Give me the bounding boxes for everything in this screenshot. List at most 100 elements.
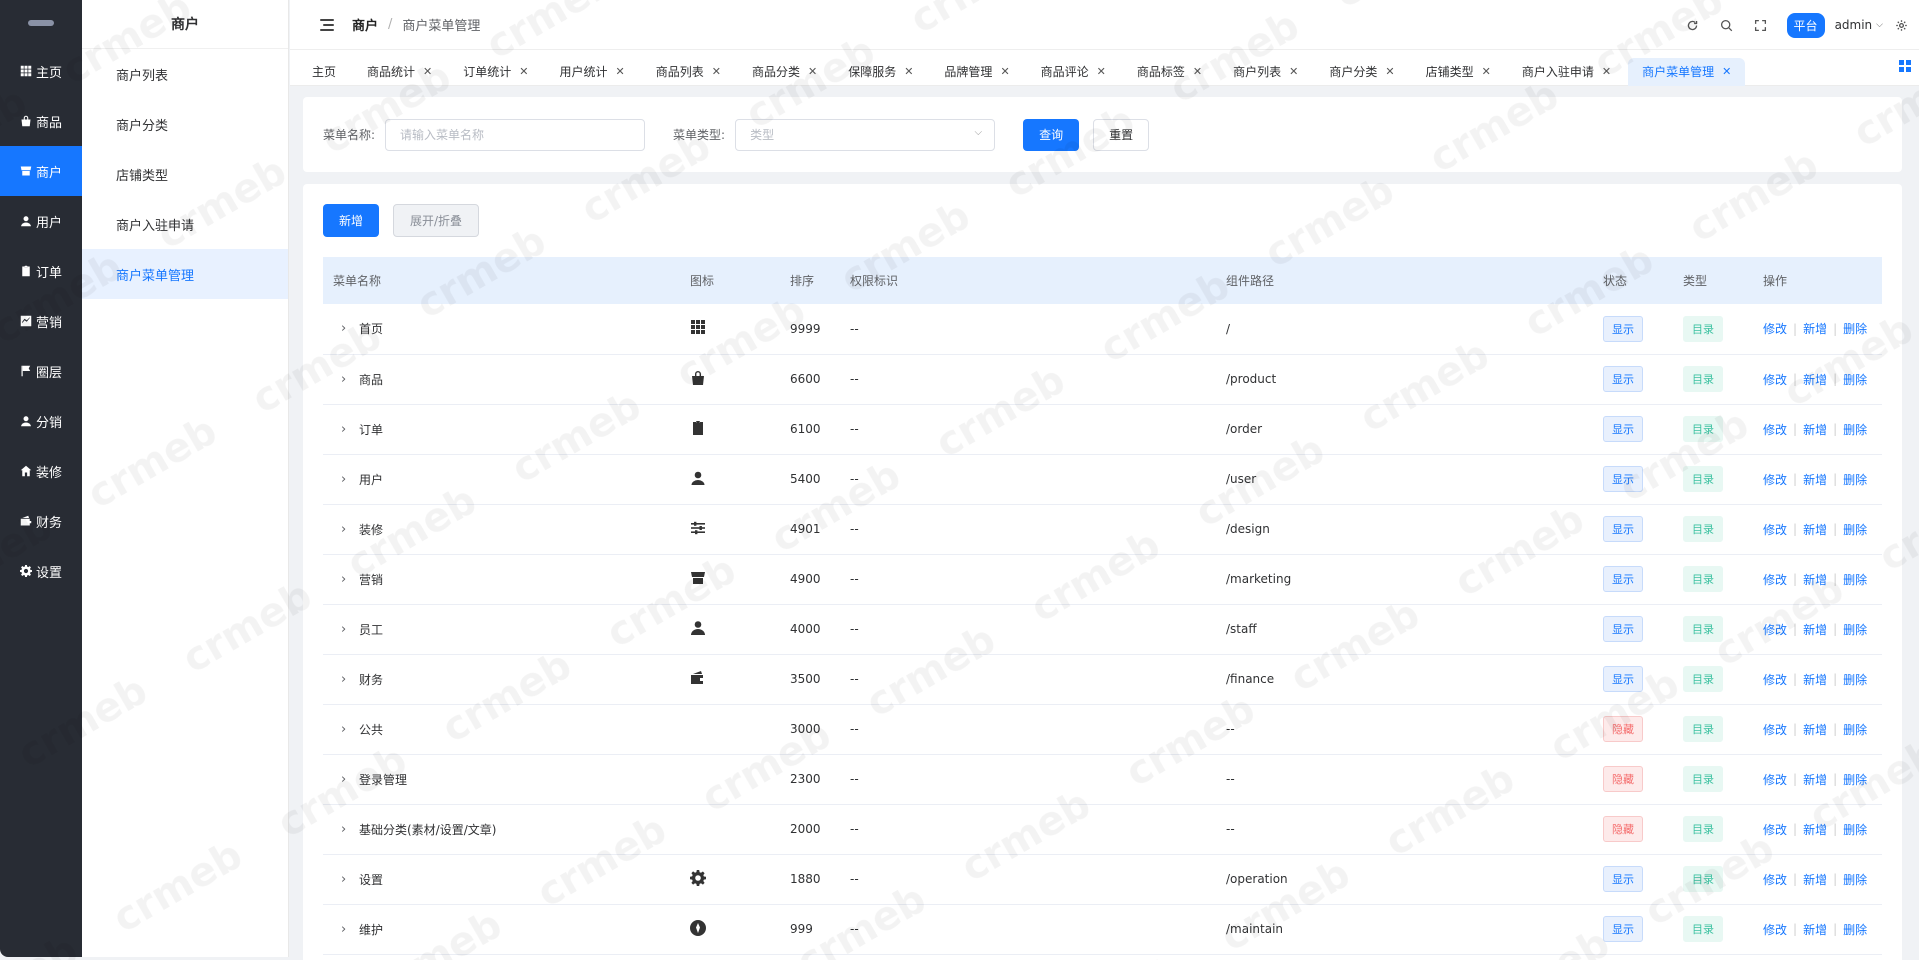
add-child-button[interactable]: 新增 — [1803, 821, 1827, 838]
rail-item-3[interactable]: 用户 — [0, 196, 82, 246]
subnav-item[interactable]: 商户分类 — [82, 99, 288, 149]
close-icon[interactable]: ✕ — [808, 65, 817, 78]
add-child-button[interactable]: 新增 — [1803, 371, 1827, 388]
delete-button[interactable]: 删除 — [1843, 821, 1867, 838]
rail-item-4[interactable]: 订单 — [0, 246, 82, 296]
add-child-button[interactable]: 新增 — [1803, 521, 1827, 538]
settings-gear-icon[interactable] — [1893, 17, 1909, 33]
close-icon[interactable]: ✕ — [1602, 65, 1611, 78]
delete-button[interactable]: 删除 — [1843, 671, 1867, 688]
tab-3[interactable]: 用户统计 ✕ — [545, 58, 638, 86]
query-button[interactable]: 查询 — [1023, 118, 1080, 151]
subnav-item[interactable]: 店铺类型 — [82, 149, 288, 199]
close-icon[interactable]: ✕ — [1000, 65, 1009, 78]
edit-button[interactable]: 修改 — [1763, 771, 1787, 788]
expand-collapse-button[interactable]: 展开/折叠 — [393, 204, 479, 237]
edit-button[interactable]: 修改 — [1763, 371, 1787, 388]
edit-button[interactable]: 修改 — [1763, 521, 1787, 538]
breadcrumb-item[interactable]: 商户 — [352, 15, 378, 34]
tab-5[interactable]: 商品分类 ✕ — [738, 58, 831, 86]
table-row[interactable]: › 装修 4901 --/design 显示 目录 修改 | 新增 | 删除 — [323, 504, 1882, 555]
edit-button[interactable]: 修改 — [1763, 571, 1787, 588]
tab-10[interactable]: 商户列表 ✕ — [1219, 58, 1312, 86]
close-icon[interactable]: ✕ — [1385, 65, 1394, 78]
close-icon[interactable]: ✕ — [1289, 65, 1298, 78]
table-row[interactable]: › 首页 9999 -- / 显示 目录 修改 | 新增 | 删除 — [323, 304, 1882, 355]
chevron-right-icon[interactable]: › — [341, 321, 355, 336]
reset-button[interactable]: 重置 — [1093, 118, 1150, 151]
close-icon[interactable]: ✕ — [616, 65, 625, 78]
table-row[interactable]: › 财务 3500 --/finance 显示 目录 修改 | 新增 | 删除 — [323, 654, 1882, 705]
table-row[interactable]: › 基础分类(素材/设置/文章) 2000 -- -- 隐藏 目录 修改 | 新增 | 删除 — [323, 804, 1882, 855]
table-row[interactable]: › 订单 6100 --/order 显示 目录 修改 | 新增 | 删除 — [323, 404, 1882, 455]
rail-item-10[interactable]: 设置 — [0, 546, 82, 596]
rail-item-5[interactable]: 营销 — [0, 296, 82, 346]
add-child-button[interactable]: 新增 — [1803, 571, 1827, 588]
rail-item-9[interactable]: 财务 — [0, 496, 82, 546]
chevron-right-icon[interactable]: › — [341, 872, 355, 887]
subnav-item[interactable]: 商户列表 — [82, 49, 288, 99]
chevron-right-icon[interactable]: › — [341, 922, 355, 937]
chevron-right-icon[interactable]: › — [341, 572, 355, 587]
tab-9[interactable]: 商品标签 ✕ — [1123, 58, 1216, 86]
menu-type-select[interactable]: 类型 ⌵ — [735, 118, 996, 151]
chevron-right-icon[interactable]: › — [341, 722, 355, 737]
add-child-button[interactable]: 新增 — [1803, 471, 1827, 488]
tab-2[interactable]: 订单统计 ✕ — [449, 58, 542, 86]
search-icon[interactable] — [1719, 17, 1735, 33]
chevron-right-icon[interactable]: › — [341, 522, 355, 537]
delete-button[interactable]: 删除 — [1843, 571, 1867, 588]
edit-button[interactable]: 修改 — [1763, 921, 1787, 938]
close-icon[interactable]: ✕ — [1722, 65, 1731, 78]
subnav-item[interactable]: 商户菜单管理 — [82, 249, 288, 299]
chevron-right-icon[interactable]: › — [341, 372, 355, 387]
add-child-button[interactable]: 新增 — [1803, 621, 1827, 638]
edit-button[interactable]: 修改 — [1763, 621, 1787, 638]
close-icon[interactable]: ✕ — [519, 65, 528, 78]
rail-item-1[interactable]: 商品 — [0, 96, 82, 146]
rail-item-8[interactable]: 装修 — [0, 446, 82, 496]
tab-13[interactable]: 商户入驻申请 ✕ — [1508, 58, 1625, 86]
add-child-button[interactable]: 新增 — [1803, 871, 1827, 888]
rail-item-7[interactable]: 分销 — [0, 396, 82, 446]
refresh-icon[interactable] — [1685, 17, 1701, 33]
tab-8[interactable]: 商品评论 ✕ — [1027, 58, 1120, 86]
close-icon[interactable]: ✕ — [1193, 65, 1202, 78]
add-child-button[interactable]: 新增 — [1803, 421, 1827, 438]
user-menu[interactable]: admin ⌵ — [1835, 18, 1883, 32]
tab-0[interactable]: 主页 — [298, 58, 350, 86]
chevron-right-icon[interactable]: › — [341, 422, 355, 437]
edit-button[interactable]: 修改 — [1763, 671, 1787, 688]
delete-button[interactable]: 删除 — [1843, 771, 1867, 788]
edit-button[interactable]: 修改 — [1763, 471, 1787, 488]
table-row[interactable]: › 公共 3000 -- -- 隐藏 目录 修改 | 新增 | 删除 — [323, 704, 1882, 755]
tab-4[interactable]: 商品列表 ✕ — [642, 58, 735, 86]
table-row[interactable]: › 用户 5400 --/user 显示 目录 修改 | 新增 | 删除 — [323, 454, 1882, 505]
table-row[interactable]: › 员工 4000 --/staff 显示 目录 修改 | 新增 | 删除 — [323, 604, 1882, 655]
add-child-button[interactable]: 新增 — [1803, 320, 1827, 337]
add-menu-button[interactable]: 新增 — [323, 204, 379, 237]
delete-button[interactable]: 删除 — [1843, 371, 1867, 388]
chevron-right-icon[interactable]: › — [341, 622, 355, 637]
subnav-item[interactable]: 商户入驻申请 — [82, 199, 288, 249]
tab-14[interactable]: 商户菜单管理 ✕ — [1628, 57, 1746, 86]
edit-button[interactable]: 修改 — [1763, 871, 1787, 888]
tabs-menu-icon[interactable] — [1899, 60, 1911, 72]
table-row[interactable]: › 登录管理 2300 -- -- 隐藏 目录 修改 | 新增 | 删除 — [323, 754, 1882, 805]
platform-button[interactable]: 平台 — [1786, 12, 1825, 38]
delete-button[interactable]: 删除 — [1843, 921, 1867, 938]
tab-1[interactable]: 商品统计 ✕ — [353, 58, 446, 86]
add-child-button[interactable]: 新增 — [1803, 671, 1827, 688]
close-icon[interactable]: ✕ — [712, 65, 721, 78]
tab-7[interactable]: 品牌管理 ✕ — [930, 58, 1023, 86]
add-child-button[interactable]: 新增 — [1803, 921, 1827, 938]
table-row[interactable]: › 营销 4900 --/marketing 显示 目录 修改 | 新增 | 删除 — [323, 554, 1882, 605]
close-icon[interactable]: ✕ — [1482, 65, 1491, 78]
delete-button[interactable]: 删除 — [1843, 471, 1867, 488]
tab-11[interactable]: 商户分类 ✕ — [1315, 58, 1408, 86]
table-row[interactable]: › 维护 999 --/maintain 显示 目录 修改 | 新增 | 删除 — [323, 904, 1882, 955]
chevron-right-icon[interactable]: › — [341, 822, 355, 837]
edit-button[interactable]: 修改 — [1763, 320, 1787, 337]
menu-name-input[interactable]: 请输入菜单名称 — [385, 118, 646, 151]
delete-button[interactable]: 删除 — [1843, 871, 1867, 888]
